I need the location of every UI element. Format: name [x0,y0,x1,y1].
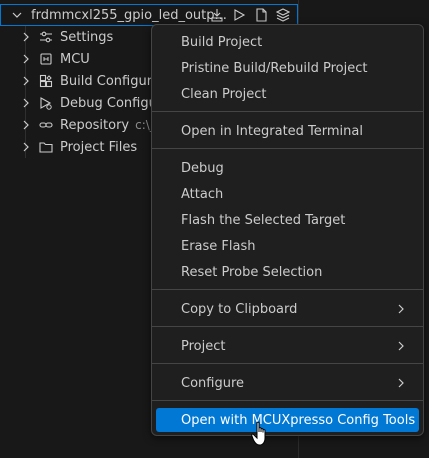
debug-config-icon [38,95,54,111]
menu-item-configure[interactable]: Configure [156,371,419,395]
context-menu: Build Project Pristine Build/Rebuild Pro… [151,24,424,436]
menu-item-clean-project[interactable]: Clean Project [156,82,419,106]
menu-item-label: Open with MCUXpresso Config Tools [181,412,416,428]
menu-item-flash-target[interactable]: Flash the Selected Target [156,208,419,232]
tree-item-label: Debug Configur [60,95,163,111]
chevron-right-icon[interactable] [18,73,34,89]
menu-separator [152,111,423,112]
menu-item-label: Flash the Selected Target [181,212,346,228]
menu-item-reset-probe[interactable]: Reset Probe Selection [156,260,419,284]
layers-icon[interactable] [275,7,291,23]
menu-item-label: Clean Project [181,86,267,102]
project-root-row[interactable]: frdmmcxl255_gpio_led_outp... [0,4,298,26]
menu-separator [152,148,423,149]
tree-item-label: Settings [60,29,114,45]
menu-separator [152,363,423,364]
flash-download-icon[interactable] [209,7,225,23]
folder-icon [38,139,54,155]
chevron-right-icon[interactable] [18,95,34,111]
chevron-down-icon[interactable] [9,7,25,23]
menu-item-debug[interactable]: Debug [156,156,419,180]
chevron-right-icon [393,375,409,391]
menu-item-label: Copy to Clipboard [181,301,298,317]
chevron-right-icon[interactable] [18,51,34,67]
menu-item-project[interactable]: Project [156,334,419,358]
chevron-right-icon [393,301,409,317]
menu-item-label: Reset Probe Selection [181,264,323,280]
chevron-right-icon[interactable] [18,117,34,133]
chevron-right-icon[interactable] [18,29,34,45]
settings-sliders-icon [38,29,54,45]
menu-item-label: Erase Flash [181,238,256,254]
menu-item-attach[interactable]: Attach [156,182,419,206]
file-icon[interactable] [253,7,269,23]
menu-item-label: Project [181,338,226,354]
hand-cursor-icon [251,421,271,451]
menu-item-label: Configure [181,375,245,391]
menu-item-label: Debug [181,160,224,176]
tree-item-label: MCU [60,51,90,67]
menu-item-open-config-tools[interactable]: Open with MCUXpresso Config Tools [156,408,419,432]
menu-separator [152,326,423,327]
run-icon[interactable] [231,7,247,23]
menu-item-pristine-build[interactable]: Pristine Build/Rebuild Project [156,56,419,80]
chevron-right-icon[interactable] [18,139,34,155]
build-config-icon [38,73,54,89]
link-icon [38,117,54,133]
menu-separator [152,289,423,290]
chevron-right-icon [393,338,409,354]
menu-separator [152,400,423,401]
tree-item-label: Project Files [60,139,138,155]
menu-item-copy-clipboard[interactable]: Copy to Clipboard [156,297,419,321]
project-actions [209,7,291,23]
menu-item-label: Open in Integrated Terminal [181,123,363,139]
menu-item-erase-flash[interactable]: Erase Flash [156,234,419,258]
chip-icon [38,51,54,67]
tree-item-label: Repository [60,117,130,133]
menu-item-build-project[interactable]: Build Project [156,30,419,54]
menu-item-label: Build Project [181,34,263,50]
project-root-label: frdmmcxl255_gpio_led_outp... [31,7,227,23]
menu-item-label: Attach [181,186,224,202]
menu-item-label: Pristine Build/Rebuild Project [181,60,368,76]
menu-item-open-terminal[interactable]: Open in Integrated Terminal [156,119,419,143]
